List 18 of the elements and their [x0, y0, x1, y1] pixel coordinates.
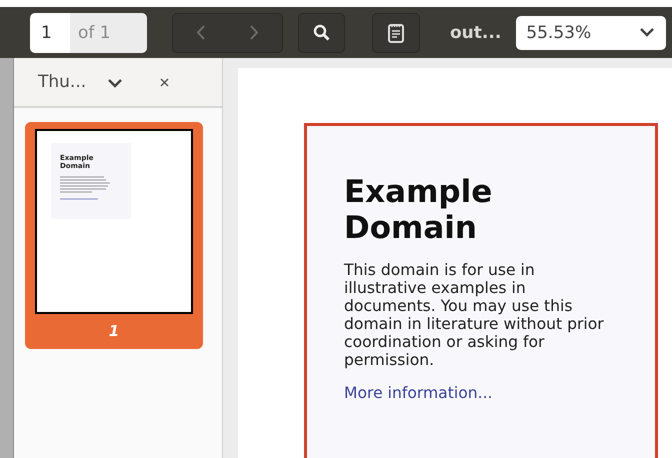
sidebar-view-title: Thu... — [38, 72, 86, 92]
annotations-button[interactable] — [372, 12, 420, 52]
chevron-left-icon — [196, 25, 205, 40]
page-count: of 1 — [70, 12, 147, 52]
chevron-down-icon — [640, 28, 654, 37]
search-button[interactable] — [298, 12, 345, 52]
page-number-field[interactable]: 1 — [30, 12, 70, 52]
close-icon[interactable] — [160, 78, 170, 86]
page-heading: Example Domain — [344, 174, 494, 246]
zoom-dropdown[interactable]: 55.53% — [516, 16, 666, 50]
page-paragraph: This domain is for use in illustrative examples in documents. You may use this domain in literature without prior coordination or asking for permission. — [344, 261, 605, 369]
thumbnail-page-number: 1 — [108, 322, 120, 340]
search-icon — [313, 24, 330, 41]
chevron-right-icon — [250, 25, 260, 40]
notepad-icon — [388, 22, 404, 42]
more-information-link[interactable]: More information... — [344, 384, 492, 402]
chevron-down-icon — [108, 78, 122, 88]
document-title: out... — [450, 22, 502, 42]
